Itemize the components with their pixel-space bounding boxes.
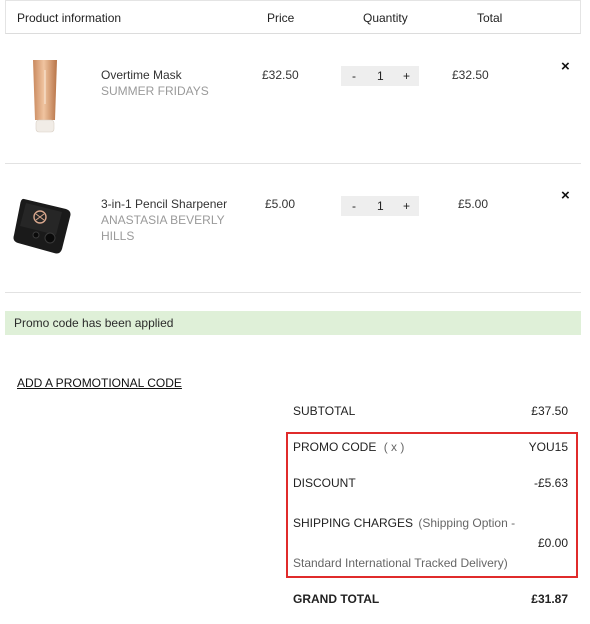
- cart-table-header: Product information Price Quantity Total: [5, 0, 581, 34]
- quantity-value[interactable]: 1: [377, 199, 384, 213]
- quantity-stepper: - 1 +: [341, 196, 419, 216]
- grand-total-label: GRAND TOTAL: [293, 592, 380, 606]
- row-divider: [5, 292, 581, 293]
- header-product: Product information: [17, 11, 122, 25]
- header-price: Price: [267, 11, 295, 25]
- item-brand-line-2[interactable]: HILLS: [101, 228, 134, 244]
- item-name[interactable]: Overtime Mask: [101, 67, 182, 83]
- promo-applied-notice: Promo code has been applied: [5, 311, 581, 335]
- promo-code-label: PROMO CODE ( x ): [293, 440, 404, 454]
- promo-code-label-text: PROMO CODE: [293, 440, 377, 454]
- quantity-stepper: - 1 +: [341, 66, 419, 86]
- shipping-value: £0.00: [537, 536, 568, 550]
- quantity-decrease-button[interactable]: -: [352, 199, 356, 213]
- shipping-label: SHIPPING CHARGES (Shipping Option -: [293, 516, 515, 530]
- item-name[interactable]: 3-in-1 Pencil Sharpener: [101, 196, 227, 212]
- row-divider: [5, 163, 581, 164]
- quantity-decrease-button[interactable]: -: [352, 69, 356, 83]
- subtotal-value: £37.50: [531, 404, 568, 418]
- discount-label: DISCOUNT: [293, 476, 356, 490]
- promo-code-value: YOU15: [528, 440, 568, 454]
- header-total: Total: [477, 11, 503, 25]
- remove-item-button[interactable]: ×: [561, 187, 570, 204]
- item-brand-line-1[interactable]: ANASTASIA BEVERLY: [101, 212, 225, 228]
- sharpener-product-icon[interactable]: [12, 195, 76, 257]
- item-total: £5.00: [458, 197, 489, 211]
- shipping-label-text: SHIPPING CHARGES: [293, 516, 414, 530]
- item-price: £32.50: [262, 68, 299, 82]
- quantity-increase-button[interactable]: +: [403, 69, 410, 83]
- quantity-increase-button[interactable]: +: [403, 199, 410, 213]
- item-total: £32.50: [452, 68, 489, 82]
- subtotal-label: SUBTOTAL: [293, 404, 356, 418]
- add-promotional-code-link[interactable]: ADD A PROMOTIONAL CODE: [17, 376, 182, 390]
- remove-item-button[interactable]: ×: [561, 58, 570, 75]
- remove-promo-button[interactable]: ( x ): [384, 440, 405, 454]
- grand-total-value: £31.87: [531, 592, 568, 606]
- discount-value: -£5.63: [533, 476, 568, 490]
- item-price: £5.00: [265, 197, 296, 211]
- shipping-option-note-1: (Shipping Option -: [418, 516, 516, 530]
- shipping-option-note-2: Standard International Tracked Delivery): [293, 556, 508, 570]
- tube-product-icon[interactable]: [28, 58, 62, 136]
- header-quantity: Quantity: [363, 11, 408, 25]
- item-brand[interactable]: SUMMER FRIDAYS: [101, 83, 209, 99]
- quantity-value[interactable]: 1: [377, 69, 384, 83]
